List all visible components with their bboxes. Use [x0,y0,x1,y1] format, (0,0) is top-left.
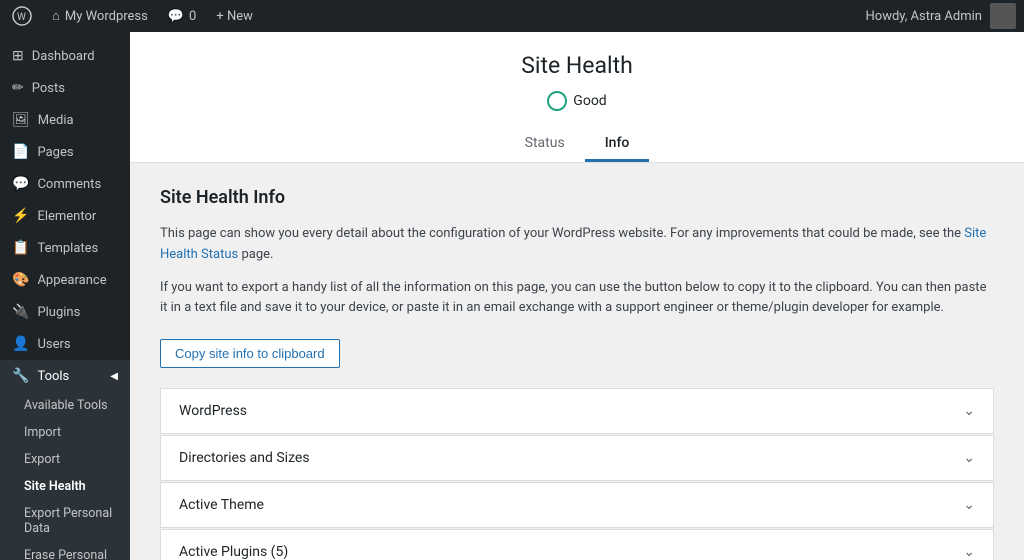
submenu-erase-personal-data[interactable]: Erase Personal Data [0,542,130,560]
accordion-label-wordpress: WordPress [179,403,247,419]
sidebar-label-templates: Templates [37,241,98,256]
elementor-icon: ⚡ [12,208,29,224]
accordion-header-active-plugins[interactable]: Active Plugins (5) ⌄ [161,530,993,560]
chevron-down-icon: ⌄ [963,403,975,419]
user-avatar[interactable] [990,3,1016,29]
copy-site-info-button[interactable]: Copy site info to clipboard [160,339,340,368]
main-content-area: Site Health Good Status Info Site Health… [130,32,1024,560]
info-paragraph-2: If you want to export a handy list of al… [160,278,994,320]
sidebar-item-elementor[interactable]: ⚡ Elementor [0,200,130,232]
tab-status[interactable]: Status [505,127,585,162]
sidebar-item-plugins[interactable]: 🔌 Plugins [0,296,130,328]
sidebar-label-posts: Posts [32,81,65,96]
tabs: Status Info [170,127,984,162]
pages-icon: 📄 [12,144,29,160]
sidebar-item-comments[interactable]: 💬 Comments [0,168,130,200]
svg-text:W: W [17,12,26,23]
site-health-info-content: Site Health Info This page can show you … [130,163,1024,560]
sidebar-item-dashboard[interactable]: ⊞ Dashboard [0,40,130,72]
comment-icon: 💬 [168,9,184,24]
sidebar-item-templates[interactable]: 📋 Templates [0,232,130,264]
media-icon: 🖼 [12,112,30,128]
accordion-label-active-theme: Active Theme [179,497,264,513]
wp-logo-button[interactable]: W [8,6,36,26]
health-label: Good [573,93,606,109]
howdy-text: Howdy, Astra Admin [866,9,983,24]
accordion-wordpress: WordPress ⌄ [160,388,994,434]
dashboard-icon: ⊞ [12,48,24,64]
health-status: Good [170,91,984,111]
sidebar-label-plugins: Plugins [37,305,80,320]
sidebar-item-posts[interactable]: ✏ Posts [0,72,130,104]
sidebar-label-elementor: Elementor [37,209,96,224]
health-circle-icon [547,91,567,111]
tools-icon: 🔧 [12,368,29,384]
chevron-down-icon-4: ⌄ [963,544,975,560]
accordion-directories-sizes: Directories and Sizes ⌄ [160,435,994,481]
comment-count: 0 [189,9,196,24]
submenu-export-personal-data[interactable]: Export Personal Data [0,500,130,542]
sidebar-label-tools: Tools [37,369,69,384]
accordion-header-active-theme[interactable]: Active Theme ⌄ [161,483,993,527]
sidebar-item-media[interactable]: 🖼 Media [0,104,130,136]
site-name-label: My Wordpress [65,9,148,24]
sidebar: ⊞ Dashboard ✏ Posts 🖼 Media 📄 Pages 💬 Co… [0,32,130,560]
sidebar-item-appearance[interactable]: 🎨 Appearance [0,264,130,296]
plugins-icon: 🔌 [12,304,29,320]
site-name-button[interactable]: ⌂ My Wordpress [48,8,152,24]
chevron-down-icon-3: ⌄ [963,497,975,513]
section-title: Site Health Info [160,187,994,208]
sidebar-label-media: Media [38,113,74,128]
accordion-header-wordpress[interactable]: WordPress ⌄ [161,389,993,433]
sidebar-label-users: Users [37,337,70,352]
sidebar-item-pages[interactable]: 📄 Pages [0,136,130,168]
accordion-label-active-plugins: Active Plugins (5) [179,544,288,560]
sidebar-item-users[interactable]: 👤 Users [0,328,130,360]
sidebar-label-dashboard: Dashboard [32,49,95,64]
posts-icon: ✏ [12,80,24,96]
comments-button[interactable]: 💬 0 [164,9,201,24]
tab-info[interactable]: Info [585,127,650,162]
sidebar-label-appearance: Appearance [37,273,106,288]
info-paragraph-1: This page can show you every detail abou… [160,224,994,266]
submenu-site-health[interactable]: Site Health [0,473,130,500]
templates-icon: 📋 [12,240,29,256]
appearance-icon: 🎨 [12,272,29,288]
submenu-export[interactable]: Export [0,446,130,473]
chevron-down-icon-2: ⌄ [963,450,975,466]
page-title: Site Health [170,52,984,79]
comments-sidebar-icon: 💬 [12,176,29,192]
accordion-label-directories-sizes: Directories and Sizes [179,450,310,466]
submenu-available-tools[interactable]: Available Tools [0,392,130,419]
accordion-active-theme: Active Theme ⌄ [160,482,994,528]
new-label: + New [216,9,253,24]
sidebar-label-comments: Comments [37,177,101,192]
users-icon: 👤 [12,336,29,352]
new-content-button[interactable]: + New [212,9,257,24]
tools-submenu: Available Tools Import Export Site Healt… [0,392,130,560]
sidebar-item-tools[interactable]: 🔧 Tools ◀ [0,360,130,392]
sidebar-label-pages: Pages [37,145,73,160]
accordion-header-directories-sizes[interactable]: Directories and Sizes ⌄ [161,436,993,480]
accordion-active-plugins: Active Plugins (5) ⌄ [160,529,994,560]
admin-bar: W ⌂ My Wordpress 💬 0 + New Howdy, Astra … [0,0,1024,32]
site-health-header: Site Health Good Status Info [130,32,1024,163]
submenu-import[interactable]: Import [0,419,130,446]
